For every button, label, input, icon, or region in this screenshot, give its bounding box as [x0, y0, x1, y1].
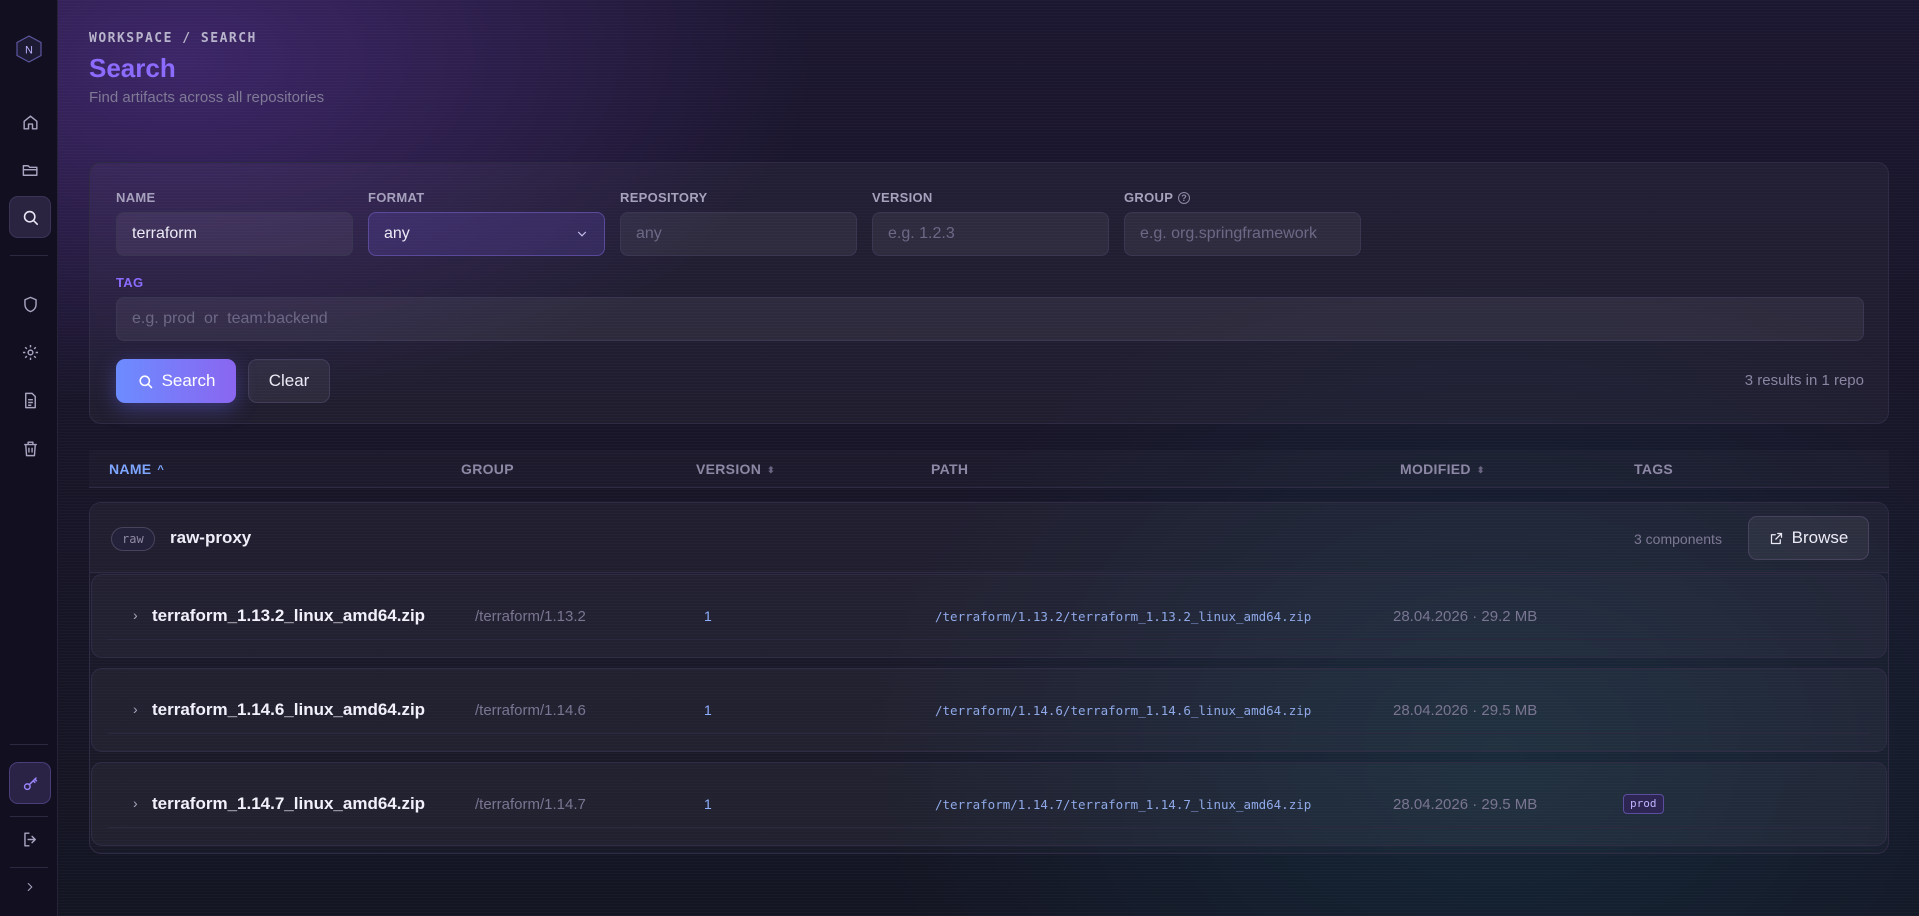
help-icon[interactable]: ? — [1178, 192, 1191, 204]
artifact-version: 1 — [704, 702, 712, 718]
artifact-name: terraform_1.13.2_linux_amd64.zip — [152, 606, 426, 625]
trash-icon — [23, 440, 37, 456]
column-header-group: GROUP — [461, 461, 514, 477]
sidebar-divider — [10, 744, 48, 745]
sidebar-item-logout[interactable] — [9, 818, 51, 860]
column-label: VERSION — [696, 461, 762, 477]
shield-icon — [23, 296, 37, 312]
artifact-name: terraform_1.14.7_linux_amd64.zip — [152, 794, 426, 813]
results-summary: 3 results in 1 repo — [1744, 372, 1864, 389]
sidebar: N — [0, 0, 58, 916]
artifact-modified: 28.04.2026 · 29.2 MB — [1393, 608, 1538, 625]
tag-label: TAG — [116, 275, 144, 290]
table-header: NAME ^ GROUP VERSION ⬍ PATH MODIFIED ⬍ TAGS — [89, 450, 1889, 488]
sidebar-item-api-keys[interactable] — [9, 762, 51, 804]
artifact-group: /terraform/1.14.6 — [475, 702, 586, 719]
sidebar-expand-button[interactable] — [9, 867, 51, 907]
version-label: VERSION — [872, 190, 933, 205]
artifact-modified: 28.04.2026 · 29.5 MB — [1393, 702, 1538, 719]
table-row[interactable]: › terraform_1.14.7_linux_amd64.zip /terr… — [91, 762, 1887, 846]
format-select-value: any — [384, 225, 410, 242]
group-label-wrap: GROUP? — [1124, 190, 1191, 205]
page-title: Search — [89, 53, 176, 83]
artifact-name: terraform_1.14.6_linux_amd64.zip — [152, 700, 426, 719]
search-button-label: Search — [161, 371, 216, 390]
sort-icon: ⬍ — [767, 465, 775, 475]
column-label: NAME — [109, 461, 152, 477]
search-button[interactable]: Search — [116, 359, 236, 403]
format-select[interactable]: any — [368, 212, 605, 256]
browse-button[interactable]: Browse — [1748, 516, 1869, 560]
format-label: FORMAT — [368, 190, 425, 205]
column-label: MODIFIED — [1400, 461, 1471, 477]
format-badge: raw — [111, 527, 155, 551]
artifact-modified: 28.04.2026 · 29.5 MB — [1393, 796, 1538, 813]
sidebar-item-repositories[interactable] — [9, 149, 51, 191]
sort-icon: ⬍ — [1476, 465, 1485, 475]
expand-chevron-icon[interactable]: › — [133, 795, 138, 811]
group-label: GROUP — [1124, 190, 1174, 205]
hexagon-logo-icon: N — [16, 35, 42, 63]
artifact-group: /terraform/1.14.7 — [475, 796, 586, 813]
repository-label: REPOSITORY — [620, 190, 708, 205]
repo-name: raw-proxy — [170, 528, 252, 547]
column-header-version[interactable]: VERSION ⬍ — [696, 461, 775, 477]
column-header-path: PATH — [931, 461, 969, 477]
home-icon — [22, 114, 38, 130]
gear-icon — [22, 344, 38, 360]
artifact-path-link[interactable]: /terraform/1.13.2/terraform_1.13.2_linux… — [935, 609, 1311, 624]
artifact-path-link[interactable]: /terraform/1.14.6/terraform_1.14.6_linux… — [935, 703, 1311, 718]
version-input[interactable]: e.g. 1.2.3 — [872, 212, 1109, 256]
tag-badge[interactable]: prod — [1623, 794, 1664, 814]
repository-input[interactable]: any — [620, 212, 857, 256]
search-filters-panel: NAME terraform FORMAT any REPOSITORY any… — [89, 162, 1889, 424]
chevron-right-icon — [27, 882, 33, 892]
artifact-version: 1 — [704, 608, 712, 624]
name-label: NAME — [116, 190, 156, 205]
page-subtitle: Find artifacts across all repositories — [89, 89, 325, 106]
sidebar-item-home[interactable] — [9, 101, 51, 143]
expand-chevron-icon[interactable]: › — [133, 607, 138, 623]
sort-ascending-icon: ^ — [157, 464, 165, 476]
logout-icon — [23, 831, 36, 847]
browse-button-label: Browse — [1791, 528, 1849, 547]
component-count: 3 components — [1634, 531, 1722, 547]
logo[interactable]: N — [14, 34, 44, 64]
column-header-tags: TAGS — [1634, 461, 1674, 477]
sidebar-item-docs[interactable] — [9, 379, 51, 421]
table-row[interactable]: › terraform_1.13.2_linux_amd64.zip /terr… — [91, 574, 1887, 658]
column-header-name[interactable]: NAME ^ — [109, 461, 164, 477]
expand-chevron-icon[interactable]: › — [133, 701, 138, 717]
column-header-modified[interactable]: MODIFIED ⬍ — [1400, 461, 1485, 477]
key-icon — [23, 776, 37, 790]
document-icon — [24, 392, 36, 408]
folder-icon — [22, 164, 38, 176]
sidebar-divider — [10, 816, 48, 817]
name-input-value: terraform — [132, 225, 197, 242]
artifact-version: 1 — [704, 796, 712, 812]
clear-button[interactable]: Clear — [248, 359, 330, 403]
sidebar-item-security[interactable] — [9, 283, 51, 325]
sidebar-item-trash[interactable] — [9, 427, 51, 469]
artifact-group: /terraform/1.13.2 — [475, 608, 586, 625]
search-icon — [138, 374, 152, 388]
chevron-down-icon — [577, 231, 587, 237]
breadcrumb: WORKSPACE / SEARCH — [89, 31, 257, 46]
search-icon — [23, 210, 38, 225]
table-row[interactable]: › terraform_1.14.6_linux_amd64.zip /terr… — [91, 668, 1887, 752]
name-input[interactable]: terraform — [116, 212, 353, 256]
repo-group: raw raw-proxy 3 components Browse › terr… — [89, 502, 1889, 854]
sidebar-divider — [10, 255, 48, 256]
group-input[interactable]: e.g. org.springframework — [1124, 212, 1361, 256]
svg-text:N: N — [25, 45, 33, 57]
artifact-path-link[interactable]: /terraform/1.14.7/terraform_1.14.7_linux… — [935, 797, 1311, 812]
tag-input[interactable]: e.g. prod or team:backend — [116, 297, 1864, 341]
repo-group-header: raw raw-proxy 3 components Browse — [90, 503, 1888, 573]
sidebar-item-settings[interactable] — [9, 331, 51, 373]
sidebar-item-search[interactable] — [9, 196, 51, 238]
external-link-icon — [1770, 532, 1782, 544]
